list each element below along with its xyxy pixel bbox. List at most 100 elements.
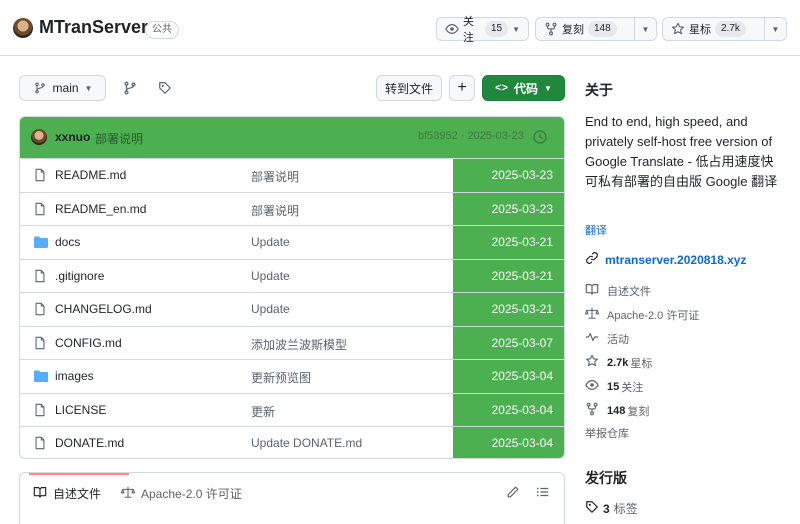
stars-count: 2.7k (607, 356, 629, 369)
repo-name[interactable]: MTranServer (39, 17, 148, 38)
file-commit-message[interactable]: Update (251, 269, 290, 283)
tab-readme[interactable]: 自述文件 (33, 485, 101, 502)
add-file-button[interactable]: + (449, 75, 475, 101)
fork-button[interactable]: 复刻 148 ▼ (535, 17, 657, 41)
watch-main[interactable]: 关注 15 ▼ (437, 16, 528, 44)
website-link[interactable]: mtranserver.2020818.xyz (585, 251, 746, 268)
watch-button[interactable]: 关注 15 ▼ (436, 16, 529, 44)
history-icon[interactable] (532, 129, 548, 148)
tags-count: 3 (603, 501, 610, 516)
file-commit-message[interactable]: 更新预览图 (251, 369, 311, 386)
report-repo-link[interactable]: 举报仓库 (585, 425, 629, 441)
watchers-label: 关注 (621, 381, 644, 394)
sidebar-license[interactable]: Apache-2.0 许可证 (584, 306, 699, 323)
file-commit-date: 2025-03-04 (491, 369, 553, 383)
file-icon (33, 403, 47, 420)
code-button[interactable]: <> 代码 ▼ (482, 75, 565, 101)
link-icon (585, 251, 599, 268)
translate-link[interactable]: 翻译 (585, 222, 607, 238)
code-icon: <> (495, 82, 508, 94)
file-row[interactable]: LICENSE 更新 2025-03-04 (20, 392, 564, 427)
file-row[interactable]: CONFIG.md 添加波兰波斯模型 2025-03-07 (20, 325, 564, 360)
fork-icon (585, 402, 599, 419)
tab-license[interactable]: Apache-2.0 许可证 (120, 485, 242, 502)
file-icon (33, 168, 47, 185)
code-label: 代码 (513, 81, 538, 96)
file-row[interactable]: .gitignore Update 2025-03-21 (20, 258, 564, 293)
releases-title[interactable]: 发行版 (585, 468, 627, 488)
active-tab-indicator (29, 473, 129, 475)
sidebar-stars[interactable]: 2.7k 星标 (585, 354, 652, 371)
chevron-down-icon: ▼ (543, 83, 552, 93)
fork-main[interactable]: 复刻 148 (536, 18, 634, 40)
author-avatar[interactable] (31, 129, 47, 145)
forks-label: 复刻 (627, 405, 650, 418)
goto-file-button[interactable]: 转到文件 (376, 75, 442, 101)
file-row[interactable]: README.md 部署说明 2025-03-23 (20, 158, 564, 192)
file-commit-date: 2025-03-21 (491, 302, 553, 316)
star-button[interactable]: 星标 2.7k ▼ (662, 17, 787, 41)
list-icon[interactable] (536, 485, 550, 502)
file-row[interactable]: CHANGELOG.md Update 2025-03-21 (20, 292, 564, 326)
file-name[interactable]: README.md (55, 168, 126, 182)
latest-commit-bar: xxnuo 部署说明 bf53952 · 2025-03-23 (20, 117, 564, 158)
star-dropdown[interactable]: ▼ (764, 18, 786, 40)
tag-icon[interactable] (155, 78, 175, 98)
commit-message[interactable]: 部署说明 (95, 130, 143, 147)
branch-selector[interactable]: main ▼ (19, 75, 106, 101)
tags-link[interactable]: 3 标签 (585, 500, 638, 517)
fork-dropdown[interactable]: ▼ (634, 18, 656, 40)
file-commit-message[interactable]: 更新 (251, 403, 275, 420)
file-name[interactable]: images (55, 369, 94, 383)
file-name[interactable]: CONFIG.md (55, 336, 122, 350)
file-name[interactable]: README_en.md (55, 202, 146, 216)
file-icon (33, 269, 47, 286)
file-commit-message[interactable]: Update (251, 302, 290, 316)
sidebar-forks[interactable]: 148 复刻 (585, 402, 649, 419)
file-row[interactable]: images 更新预览图 2025-03-04 (20, 359, 564, 393)
file-commit-message[interactable]: 部署说明 (251, 202, 299, 219)
file-commit-date: 2025-03-21 (491, 235, 553, 249)
file-name[interactable]: CHANGELOG.md (55, 302, 152, 316)
file-commit-message[interactable]: 添加波兰波斯模型 (251, 336, 347, 353)
file-commit-date: 2025-03-23 (491, 168, 553, 182)
tab-license-label: Apache-2.0 许可证 (141, 487, 242, 501)
star-main[interactable]: 星标 2.7k (663, 18, 764, 40)
star-label: 星标 (689, 24, 711, 36)
chevron-down-icon: ▼ (512, 24, 520, 34)
sidebar-activity[interactable]: 活动 (585, 330, 629, 347)
file-row[interactable]: docs Update 2025-03-21 (20, 225, 564, 259)
tab-readme-label: 自述文件 (53, 487, 102, 501)
file-name[interactable]: LICENSE (55, 403, 106, 417)
file-name[interactable]: docs (55, 235, 80, 249)
file-name[interactable]: DONATE.md (55, 436, 124, 450)
file-name[interactable]: .gitignore (55, 269, 104, 283)
owner-avatar[interactable] (13, 18, 33, 38)
sidebar-activity-label: 活动 (607, 333, 629, 346)
sidebar-readme[interactable]: 自述文件 (585, 282, 651, 299)
file-commit-date: 2025-03-21 (491, 268, 553, 283)
star-count: 2.7k (715, 21, 746, 37)
repo-header: MTranServer 公共 关注 15 ▼ 复刻 148 ▼ 星标 2.7k … (0, 0, 800, 56)
folder-icon (33, 235, 49, 252)
commit-author[interactable]: xxnuo (55, 130, 90, 144)
file-icon (33, 436, 47, 453)
file-commit-message[interactable]: Update (251, 235, 290, 249)
book-icon (33, 485, 47, 502)
stars-label: 星标 (630, 357, 653, 370)
fork-icon (544, 22, 558, 36)
file-row[interactable]: DONATE.md Update DONATE.md 2025-03-04 (20, 426, 564, 458)
file-commit-date: 2025-03-23 (491, 201, 553, 216)
eye-icon (585, 378, 599, 395)
commit-hash-date[interactable]: bf53952 · 2025-03-23 (418, 130, 524, 142)
pencil-icon[interactable] (506, 485, 520, 502)
file-commit-message[interactable]: 部署说明 (251, 168, 299, 185)
eye-icon (445, 22, 459, 36)
sidebar-watchers[interactable]: 15 关注 (585, 378, 643, 395)
scale-icon (584, 306, 600, 323)
visibility-badge: 公共 (145, 21, 179, 39)
about-title: 关于 (585, 82, 613, 98)
file-row[interactable]: README_en.md 部署说明 2025-03-23 (20, 191, 564, 226)
branches-icon[interactable] (120, 78, 140, 98)
file-commit-message[interactable]: Update DONATE.md (251, 436, 362, 450)
